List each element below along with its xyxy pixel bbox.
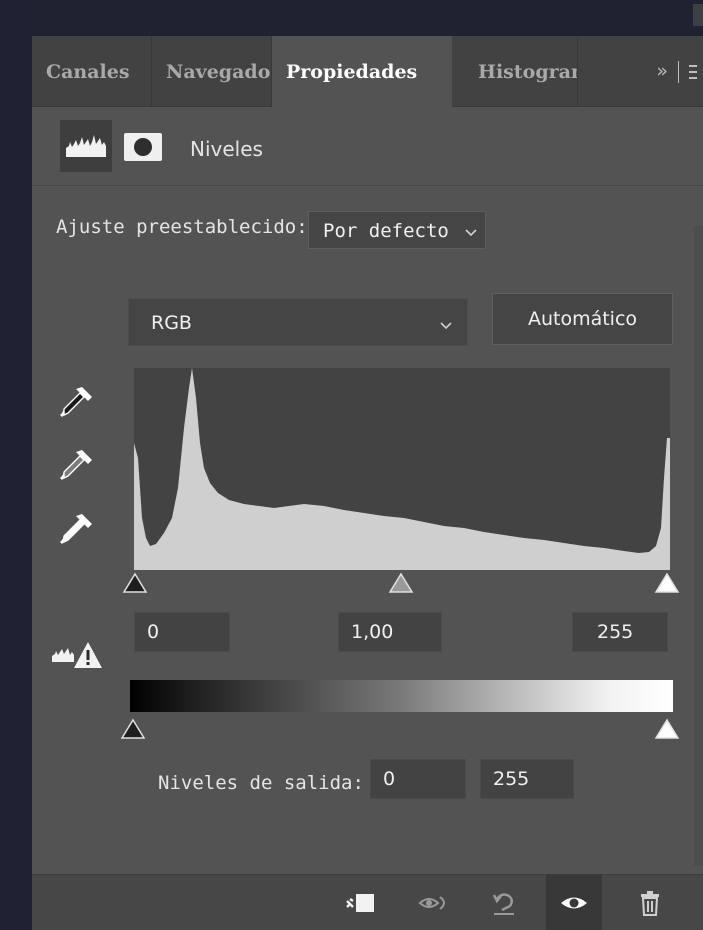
- panel-tab-bar: Canales Navegador Propiedades Histograma…: [32, 36, 703, 107]
- panel-menu-icon[interactable]: [689, 36, 697, 106]
- reset-icon: [492, 893, 514, 915]
- highlights-input-slider[interactable]: [654, 572, 680, 594]
- chevron-down-icon: [439, 299, 453, 366]
- top-scroll-nub[interactable]: [693, 4, 703, 26]
- reset-button[interactable]: [476, 875, 532, 930]
- delete-button[interactable]: [622, 875, 678, 930]
- view-previous-icon: [418, 896, 445, 910]
- preset-label: Ajuste preestablecido:: [56, 216, 308, 238]
- histogram-display: [134, 368, 670, 570]
- histogram-curve: [134, 368, 670, 570]
- tab-navegador[interactable]: Navegador: [152, 36, 272, 106]
- midtones-input-slider[interactable]: [388, 572, 414, 594]
- channel-value: RGB: [151, 312, 192, 334]
- adjustment-header: Niveles: [32, 107, 703, 186]
- trash-icon: [641, 891, 659, 916]
- layer-mask-icon[interactable]: [124, 133, 162, 161]
- eyedropper-black-icon[interactable]: [54, 381, 98, 425]
- output-max-field[interactable]: 255: [480, 759, 574, 799]
- input-shadows-field[interactable]: 0: [134, 612, 230, 652]
- chevron-down-icon: [465, 229, 477, 237]
- preset-dropdown[interactable]: Por defecto: [308, 211, 486, 249]
- toggle-visibility-button[interactable]: [546, 875, 602, 930]
- clip-to-layer-icon: [346, 894, 374, 912]
- clipping-warning-icon[interactable]: [50, 636, 110, 672]
- eyedropper-white-icon[interactable]: [54, 508, 98, 552]
- clip-to-layer-button[interactable]: [332, 875, 388, 930]
- tab-separator: [678, 60, 679, 83]
- output-black-slider[interactable]: [120, 718, 146, 740]
- tab-overflow: »: [656, 36, 703, 106]
- auto-button[interactable]: Automático: [492, 293, 673, 345]
- properties-panel: Canales Navegador Propiedades Histograma…: [32, 36, 703, 930]
- preset-value: Por defecto: [323, 220, 449, 242]
- shadows-input-slider[interactable]: [122, 572, 148, 594]
- window-top-strip: [20, 0, 703, 32]
- tab-propiedades[interactable]: Propiedades: [272, 36, 452, 107]
- output-white-slider[interactable]: [654, 718, 680, 740]
- tab-canales[interactable]: Canales: [32, 36, 152, 106]
- visibility-eye-icon: [561, 897, 587, 909]
- output-min-field[interactable]: 0: [370, 759, 466, 799]
- adjustment-title: Niveles: [190, 137, 263, 161]
- output-levels-label: Niveles de salida:: [158, 772, 364, 794]
- eyedropper-gray-icon[interactable]: [54, 444, 98, 488]
- channel-dropdown[interactable]: RGB: [128, 298, 468, 346]
- output-gradient-bar: [130, 680, 673, 712]
- view-previous-button[interactable]: [406, 875, 462, 930]
- levels-histogram-icon[interactable]: [60, 120, 112, 172]
- input-midtones-field[interactable]: 1,00: [338, 612, 442, 652]
- panel-footer-toolbar: [32, 874, 703, 930]
- input-highlights-field[interactable]: 255: [572, 612, 668, 652]
- panel-scrollbar[interactable]: [694, 226, 703, 866]
- tab-overflow-button[interactable]: »: [656, 36, 668, 106]
- tab-histograma[interactable]: Histograma: [452, 36, 578, 106]
